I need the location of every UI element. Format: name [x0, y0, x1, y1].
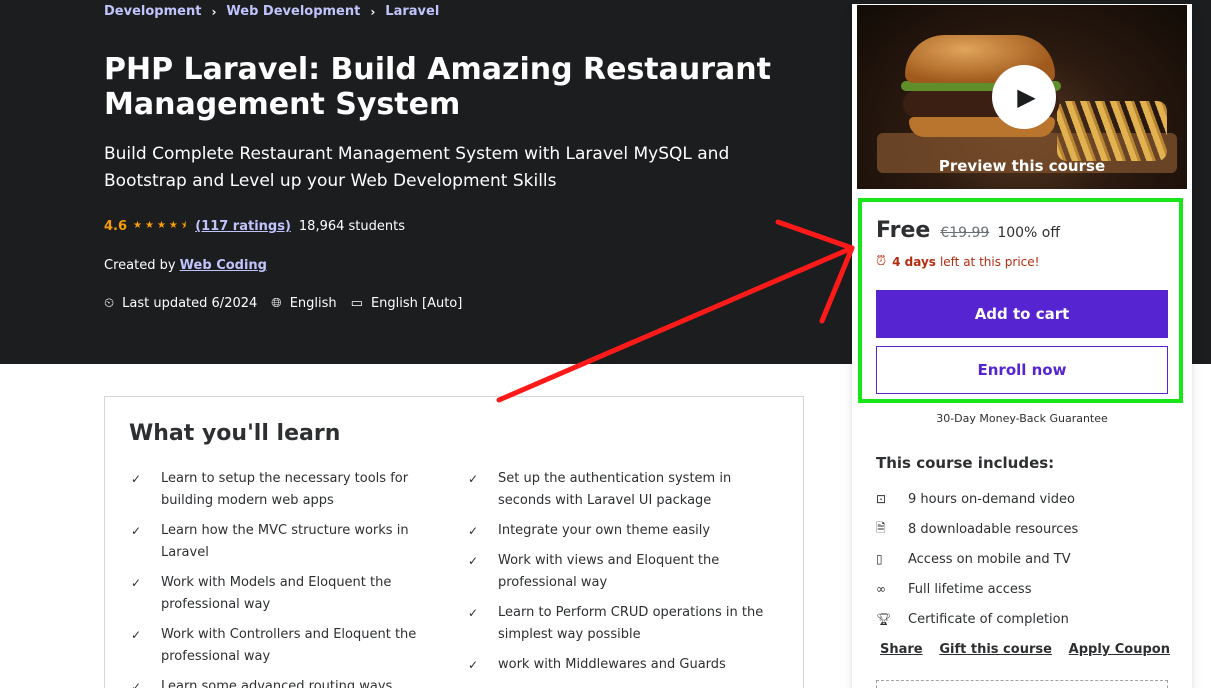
learn-item: ✓ Work with Models and Eloquent the profe…: [129, 572, 466, 616]
learn-item: ✓ work with Middlewares and Guards: [466, 654, 786, 676]
breadcrumb-web-development[interactable]: Web Development: [226, 4, 360, 19]
learn-item: ✓ Set up the authentication system in sec…: [466, 468, 786, 512]
include-item: 🏆︎ Certificate of completion: [876, 611, 1069, 627]
video-icon: ⊡: [876, 492, 887, 506]
fries-image: [1057, 101, 1167, 161]
check-icon: ✓: [468, 554, 479, 568]
share-link[interactable]: Share: [880, 642, 923, 657]
created-by: Created by Web Coding: [104, 258, 267, 273]
include-item: 🗎︎ 8 downloadable resources: [876, 514, 1078, 544]
file-download-icon: 🗎︎: [876, 520, 886, 535]
students-count: 18,964 students: [298, 219, 405, 234]
timer-text: left at this price!: [939, 254, 1040, 269]
course-title: PHP Laravel: Build Amazing Restaurant Ma…: [104, 52, 771, 122]
learn-item: ✓ Integrate your own theme easily: [466, 520, 786, 542]
alert-clock-icon: ⏲: [104, 296, 115, 311]
discount-percent: 100% off: [997, 225, 1060, 241]
current-price: Free: [876, 218, 931, 243]
include-item: ⊡ 9 hours on-demand video: [876, 491, 1075, 507]
last-updated-text: Last updated 6/2024: [122, 296, 258, 311]
card-actions: Share Gift this course Apply Coupon: [880, 642, 1170, 657]
learn-item: ✓ Learn to setup the necessary tools for …: [129, 468, 466, 512]
add-to-cart-button[interactable]: Add to cart: [876, 290, 1168, 338]
created-by-label: Created by: [104, 258, 176, 273]
enroll-now-button[interactable]: Enroll now: [876, 346, 1168, 394]
course-subtitle: Build Complete Restaurant Management Sys…: [104, 144, 730, 191]
alarm-clock-icon: ⏰︎: [876, 254, 887, 269]
check-icon: ✓: [131, 628, 142, 642]
purchase-card: ▶ Preview this course Free €19.99 100% o…: [852, 4, 1192, 688]
what-you-learn-title: What you'll learn: [129, 421, 341, 446]
check-icon: ✓: [131, 576, 142, 590]
apply-coupon-link[interactable]: Apply Coupon: [1069, 642, 1170, 657]
trophy-icon: 🏆︎: [876, 612, 892, 626]
includes-title: This course includes:: [876, 454, 1055, 472]
learn-list: ✓ Learn to setup the necessary tools for …: [129, 468, 779, 688]
check-icon: ✓: [131, 680, 142, 688]
price-row: Free €19.99 100% off: [876, 218, 1060, 243]
chevron-right-icon: ›: [211, 4, 217, 19]
money-back-guarantee: 30-Day Money-Back Guarantee: [936, 412, 1108, 425]
course-preview[interactable]: ▶ Preview this course: [856, 4, 1188, 190]
last-updated: ⏲ Last updated 6/2024: [104, 296, 257, 311]
learn-item: ✓ Learn some advanced routing ways: [129, 676, 466, 688]
check-icon: ✓: [468, 606, 479, 620]
includes-list: ⊡ 9 hours on-demand video 🗎︎ 8 downloadabl…: [876, 484, 1078, 634]
course-meta: ⏲ Last updated 6/2024 🌐︎ English ▭ Engli…: [104, 296, 476, 311]
rating-value: 4.6: [104, 219, 128, 234]
check-icon: ✓: [468, 524, 479, 538]
captions-text: English [Auto]: [370, 296, 463, 311]
include-item: ∞ Full lifetime access: [876, 581, 1032, 597]
preview-label: Preview this course: [938, 157, 1106, 175]
what-you-learn-box: What you'll learn ✓ Learn to setup the ne…: [104, 396, 804, 688]
language: 🌐︎ English: [271, 296, 336, 311]
breadcrumb-development[interactable]: Development: [104, 4, 201, 19]
captions-icon: ▭: [350, 296, 363, 311]
breadcrumb-laravel[interactable]: Laravel: [385, 4, 439, 19]
captions: ▭ English [Auto]: [351, 296, 463, 311]
ratings-count-link[interactable]: (117 ratings): [195, 219, 291, 234]
check-icon: ✓: [468, 472, 479, 486]
check-icon: ✓: [131, 472, 142, 486]
play-icon[interactable]: ▶: [992, 65, 1056, 129]
check-icon: ✓: [131, 524, 142, 538]
infinity-icon: ∞: [876, 582, 886, 596]
original-price: €19.99: [940, 225, 990, 241]
learn-col-right: ✓ Set up the authentication system in sec…: [466, 468, 786, 688]
globe-icon: 🌐︎: [271, 296, 282, 311]
rating-row: 4.6 ★★★★⯨ (117 ratings) 18,964 students: [104, 218, 405, 235]
language-text: English: [289, 296, 337, 311]
check-icon: ✓: [468, 658, 479, 672]
breadcrumb: Development › Web Development › Laravel: [104, 4, 439, 19]
coupon-box: [876, 680, 1168, 688]
timer-days: 4 days: [892, 254, 936, 269]
learn-item: ✓ Learn to Perform CRUD operations in the…: [466, 602, 786, 646]
include-item: ▯ Access on mobile and TV: [876, 551, 1071, 567]
learn-item: ✓ Work with Controllers and Eloquent the …: [129, 624, 466, 668]
gift-course-link[interactable]: Gift this course: [939, 642, 1052, 657]
author-link[interactable]: Web Coding: [180, 258, 267, 273]
learn-item: ✓ Work with views and Eloquent the profes…: [466, 550, 786, 594]
price-timer: ⏰︎ 4 days left at this price!: [876, 254, 1039, 269]
learn-col-left: ✓ Learn to setup the necessary tools for …: [129, 468, 466, 688]
learn-item: ✓ Learn how the MVC structure works in La…: [129, 520, 466, 564]
chevron-right-icon: ›: [370, 4, 376, 19]
mobile-icon: ▯: [876, 552, 883, 566]
star-rating-icon: ★★★★⯨: [133, 220, 190, 231]
